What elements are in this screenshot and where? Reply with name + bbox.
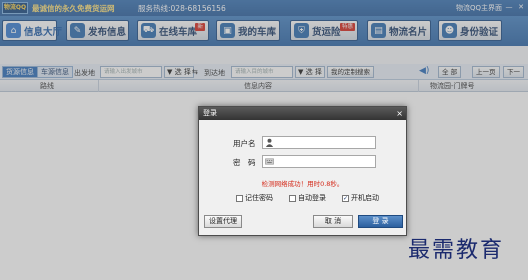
network-status: 检测网络成功！用时0.8秒。 [261, 180, 344, 188]
checkbox-label: 记住密码 [245, 194, 273, 202]
checkbox-box [289, 194, 296, 202]
remember-password-checkbox[interactable]: 记住密码 [236, 193, 273, 203]
keyboard-icon [265, 158, 274, 165]
username-input[interactable] [262, 136, 376, 149]
checkbox-label: 开机启动 [351, 194, 379, 202]
proxy-settings-button[interactable]: 设置代理 [204, 215, 242, 228]
login-button[interactable]: 登 录 [358, 215, 403, 228]
watermark: 最需教育 [408, 238, 505, 263]
dialog-title: 登录 [199, 107, 406, 120]
checkbox-label: 自动登录 [298, 194, 326, 202]
login-dialog: 登录 × 用户名 密 码 检测网络成功！用时0.8秒。 记住密码 自动登录 ✓ … [198, 106, 407, 236]
user-icon [265, 138, 274, 147]
startup-checkbox[interactable]: ✓ 开机启动 [342, 193, 379, 203]
auto-login-checkbox[interactable]: 自动登录 [289, 193, 326, 203]
password-input[interactable] [262, 155, 376, 168]
checkbox-box [236, 194, 243, 202]
password-label: 密 码 [233, 158, 256, 167]
username-label: 用户名 [233, 139, 256, 148]
cancel-button[interactable]: 取 消 [313, 215, 353, 228]
dialog-close-button[interactable]: × [396, 108, 403, 119]
check-icon: ✓ [342, 194, 349, 202]
